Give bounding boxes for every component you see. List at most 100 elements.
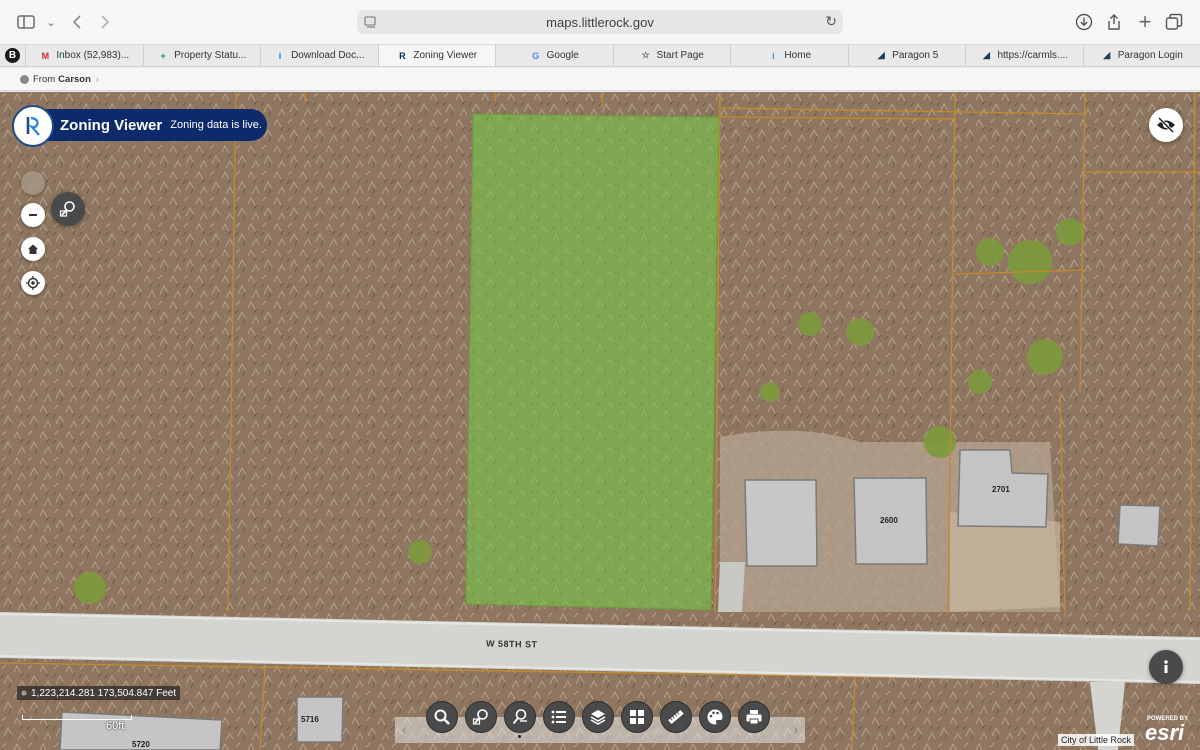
attribution-text: City of Little Rock <box>1061 735 1132 745</box>
live-status: Zoning data is live. <box>170 119 262 131</box>
layers-tool-button[interactable] <box>582 701 614 733</box>
tab-label: Google <box>546 50 579 61</box>
identify-icon <box>512 709 527 725</box>
sheets-icon: + <box>160 50 166 61</box>
grid-icon <box>630 710 644 724</box>
info-icon <box>1164 660 1168 673</box>
tab-label: https://carmls.... <box>997 50 1069 61</box>
building-label-2600: 2600 <box>880 516 898 525</box>
contact-avatar <box>20 74 29 84</box>
new-tab-button[interactable]: + <box>1134 9 1156 34</box>
from-bar[interactable]: From Carson › <box>0 68 1200 91</box>
tab-7[interactable]: ◢ Paragon 5 <box>847 45 966 66</box>
profile-letter: B <box>5 48 20 63</box>
parcel-search-icon <box>472 709 488 725</box>
palette-icon <box>707 709 723 725</box>
tab-4[interactable]: G Google <box>495 45 613 66</box>
building-label-5716: 5716 <box>301 715 319 724</box>
tab-overview-icon[interactable] <box>1163 11 1185 33</box>
from-name: Carson <box>58 73 91 85</box>
google-icon: G <box>532 50 540 61</box>
style-tool-button[interactable] <box>699 701 731 733</box>
toolbar-scroll-right-icon[interactable]: › <box>793 721 798 737</box>
address-bar[interactable]: maps.littlerock.gov ↻ <box>357 10 843 34</box>
back-button[interactable] <box>66 11 88 33</box>
share-icon[interactable] <box>1103 11 1125 33</box>
zoning-viewer-icon: R <box>399 50 406 61</box>
search-tool-button[interactable] <box>426 701 458 733</box>
aerial-imagery[interactable] <box>0 92 1200 750</box>
zoom-out-button[interactable] <box>21 203 45 227</box>
tab-label: Property Statu... <box>174 50 247 61</box>
home-button[interactable] <box>21 237 45 261</box>
forward-button[interactable] <box>94 11 116 33</box>
building-label-5720: 5720 <box>132 740 150 749</box>
chevron-right-icon: › <box>95 73 100 85</box>
scale-label: 60ft <box>106 720 125 732</box>
paragon-icon: ◢ <box>982 50 990 60</box>
map-toolbar: ‹ › <box>395 701 805 743</box>
reload-icon[interactable]: ↻ <box>825 13 837 30</box>
tab-label: Paragon 5 <box>892 50 939 61</box>
tab-bar: B M Inbox (52,983)... + Property Statu... i D… <box>0 44 1200 67</box>
app-title: Zoning Viewer <box>60 116 163 134</box>
tab-8[interactable]: ◢ https://carmls.... <box>965 45 1083 66</box>
info-button[interactable] <box>1149 650 1183 684</box>
star-icon: ☆ <box>641 50 650 60</box>
zoom-in-button[interactable] <box>21 171 45 195</box>
tab-2[interactable]: i Download Doc... <box>260 45 378 66</box>
home-icon <box>28 244 38 254</box>
app-title-banner: Zoning Viewer Zoning data is live. <box>12 105 267 147</box>
url-text: maps.littlerock.gov <box>546 14 654 30</box>
map-attribution[interactable]: City of Little Rock <box>1058 734 1135 746</box>
building-label-2701: 2701 <box>992 485 1010 494</box>
profile-button[interactable]: B <box>0 45 25 66</box>
legend-tool-button[interactable] <box>543 701 575 733</box>
basemap-tool-button[interactable] <box>621 701 653 733</box>
locate-button[interactable] <box>21 271 45 295</box>
paragon-icon: ◢ <box>877 50 885 60</box>
tab-label: Paragon Login <box>1117 50 1183 61</box>
eye-off-icon <box>1157 117 1175 133</box>
layers-icon <box>590 710 606 725</box>
parcel-search-tool-button[interactable] <box>465 701 497 733</box>
active-tool-indicator <box>518 735 521 738</box>
paragon-icon: ◢ <box>1103 50 1111 60</box>
from-label: From <box>33 73 56 85</box>
print-icon <box>746 710 762 725</box>
tab-label: Download Doc... <box>291 50 365 61</box>
identify-icon <box>59 201 75 217</box>
hide-ui-button[interactable] <box>1149 108 1183 142</box>
measure-tool-button[interactable] <box>660 701 692 733</box>
tab-label: Zoning Viewer <box>413 50 478 61</box>
sidebar-toggle-icon[interactable] <box>15 11 37 33</box>
map-view[interactable]: W 58TH ST 2600 2701 5716 5720 Zoning Vie… <box>0 92 1200 750</box>
identify-tool-button[interactable] <box>504 701 536 733</box>
download-doc-icon: i <box>278 50 282 61</box>
tab-1[interactable]: + Property Statu... <box>142 45 261 66</box>
tab-label: Inbox (52,983)... <box>56 50 130 61</box>
toolbar-scroll-left-icon[interactable]: ‹ <box>402 721 407 737</box>
tab-9[interactable]: ◢ Paragon Login <box>1082 45 1200 66</box>
print-tool-button[interactable] <box>738 701 770 733</box>
tab-6[interactable]: i Home <box>730 45 848 66</box>
chevron-down-icon[interactable]: ⌄ <box>40 11 62 33</box>
coordinate-readout: ⁜ 1,223,214.281 173,504.847 Feet <box>17 686 181 700</box>
zoning-logo-icon <box>12 105 54 147</box>
locate-icon <box>26 276 40 290</box>
search-icon <box>434 709 450 725</box>
info-icon: i <box>772 50 775 61</box>
scale-bar: 60ft <box>22 715 132 732</box>
gmail-icon: M <box>41 50 50 61</box>
tab-3[interactable]: R Zoning Viewer <box>377 45 495 66</box>
street-label: W 58TH ST <box>485 638 538 650</box>
tab-5[interactable]: ☆ Start Page <box>612 45 731 66</box>
browser-toolbar: ⌄ maps.littlerock.gov ↻ + <box>0 0 1200 44</box>
tab-0[interactable]: M Inbox (52,983)... <box>25 45 143 66</box>
coordinate-text: 1,223,214.281 173,504.847 Feet <box>31 687 177 699</box>
tab-label: Home <box>784 50 812 61</box>
identify-float-button[interactable] <box>51 192 85 226</box>
downloads-icon[interactable] <box>1073 11 1095 33</box>
crosshair-icon[interactable]: ⁜ <box>17 686 31 700</box>
page-settings-icon[interactable] <box>364 15 378 29</box>
